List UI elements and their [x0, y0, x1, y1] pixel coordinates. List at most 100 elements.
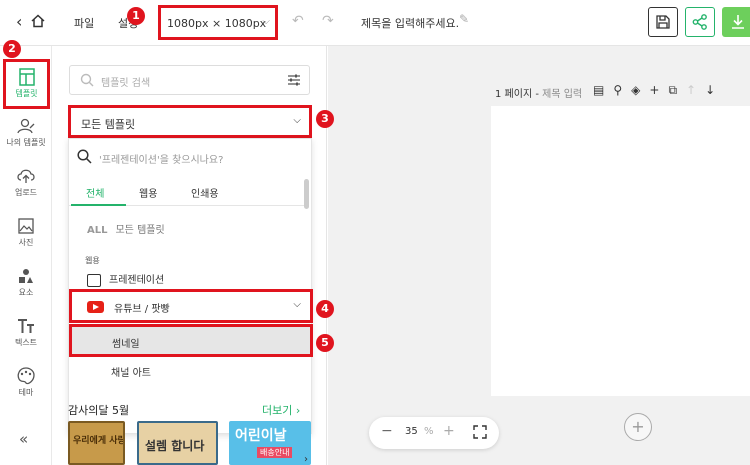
tab-web[interactable]: 웹용: [139, 185, 157, 200]
template-thumbnail[interactable]: 설렘 합니다: [137, 421, 218, 465]
rail-item-label: 나의 템플릿: [6, 138, 46, 147]
search-icon: [77, 149, 92, 164]
move-down-icon[interactable]: ↓: [705, 83, 715, 97]
rail-item-label: 텍스트: [14, 338, 38, 347]
active-tab-indicator: [71, 204, 126, 206]
rail-item-theme[interactable]: 테마: [0, 361, 52, 411]
option-label: 프레젠테이션: [109, 275, 165, 286]
magic-icon[interactable]: ⚲: [613, 83, 622, 97]
file-menu[interactable]: 파일: [74, 15, 94, 31]
canvas-size-label: 1080px × 1080px: [167, 17, 267, 30]
save-button[interactable]: [648, 7, 678, 37]
option-presentation[interactable]: 프레젠테이션: [87, 271, 164, 287]
rail-item-upload[interactable]: 업로드: [0, 161, 52, 211]
rail-item-elements[interactable]: 요소: [0, 261, 52, 311]
redo-icon[interactable]: ↷: [322, 13, 334, 29]
option-thumbnail[interactable]: 썸네일: [69, 324, 313, 357]
elements-icon: [19, 269, 33, 283]
save-icon: [656, 15, 670, 29]
template-panel: 템플릿 검색 모든 템플릿 ⌵ '프레젠테이션'을 찾으시나요? 전체 웹용 인…: [52, 46, 327, 465]
page-toolbar: ▤ ⚲ ◈ + ⧉ ↑ ↓: [593, 83, 724, 98]
move-up-icon[interactable]: ↑: [686, 83, 696, 97]
template-thumbnails: 우리에게 사랑하는 설렘 합니다 어린이날 배송안내: [68, 421, 311, 465]
page-label[interactable]: 1 페이지 - 제목 입력: [495, 85, 582, 100]
option-label: 유튜브 / 팟빵: [114, 304, 170, 315]
category-dropdown-list: '프레젠테이션'을 찾으시나요? 전체 웹용 인쇄용 ALL 모든 템플릿 웹용 …: [68, 138, 313, 434]
template-category-dropdown[interactable]: 모든 템플릿 ⌵: [68, 105, 312, 138]
canvas-size-dropdown[interactable]: 1080px × 1080px ⌵: [158, 5, 278, 40]
add-icon[interactable]: +: [649, 83, 659, 97]
step-marker-4: 4: [316, 300, 334, 318]
option-youtube[interactable]: 유튜브 / 팟빵 ⌵: [69, 289, 313, 323]
theme-icon: [17, 367, 35, 385]
template-thumbnail[interactable]: 우리에게 사랑하는: [68, 421, 125, 465]
youtube-icon: [87, 301, 104, 313]
rail-item-label: 사진: [18, 238, 34, 247]
left-rail: 템플릿 나의 템플릿 업로드 사진 요소 텍스트 테마 «: [0, 46, 52, 465]
text-icon: [18, 319, 34, 333]
rail-item-label: 템플릿: [15, 89, 38, 98]
canvas-area: 1 페이지 - 제목 입력 ▤ ⚲ ◈ + ⧉ ↑ ↓ + − 35 % +: [328, 46, 750, 465]
all-badge: ALL: [87, 225, 108, 236]
tab-print[interactable]: 인쇄용: [191, 185, 219, 200]
page-note-icon[interactable]: ▤: [593, 83, 604, 97]
section-label-web: 웹용: [85, 256, 100, 265]
pencil-icon[interactable]: ✎: [459, 12, 469, 26]
share-button[interactable]: [685, 7, 715, 37]
presentation-icon: [87, 273, 101, 287]
rail-item-label: 요소: [18, 288, 34, 297]
download-button[interactable]: [722, 7, 750, 37]
chevron-right-icon[interactable]: ›: [304, 454, 308, 465]
home-icon[interactable]: [31, 14, 45, 28]
dropdown-selected-label: 모든 템플릿: [81, 118, 136, 131]
option-all-templates[interactable]: ALL 모든 템플릿: [87, 221, 165, 236]
top-bar: ‹ 파일 설정 1080px × 1080px ⌵ ↶ ↷ 제목을 입력해주세요…: [0, 0, 750, 46]
document-title[interactable]: 제목을 입력해주세요.: [361, 15, 459, 31]
option-label: 썸네일: [112, 339, 140, 350]
back-chevron-icon[interactable]: ‹: [16, 12, 22, 31]
list-scrollbar[interactable]: [304, 179, 309, 209]
chevron-down-icon: ⌵: [262, 16, 270, 27]
zoom-control: − 35 % +: [369, 417, 499, 449]
option-channel-art[interactable]: 채널 아트: [111, 364, 151, 379]
category-tabs: 전체 웹용 인쇄용: [69, 179, 305, 206]
template-icon: [18, 68, 35, 86]
rail-item-label: 테마: [18, 388, 34, 397]
zoom-unit: %: [424, 426, 434, 437]
add-page-button[interactable]: +: [624, 413, 652, 441]
undo-icon[interactable]: ↶: [292, 13, 304, 29]
duplicate-icon[interactable]: ⧉: [668, 83, 677, 97]
rail-item-photo[interactable]: 사진: [0, 211, 52, 261]
zoom-value[interactable]: 35: [405, 426, 418, 437]
rail-item-my-template[interactable]: 나의 템플릿: [0, 111, 52, 161]
rail-item-text[interactable]: 텍스트: [0, 311, 52, 361]
zoom-out-button[interactable]: −: [381, 423, 393, 439]
design-page[interactable]: [491, 106, 750, 396]
zoom-in-button[interactable]: +: [443, 423, 455, 439]
download-icon: [732, 15, 744, 29]
collapse-panel-icon[interactable]: «: [19, 430, 28, 448]
category-search-placeholder: '프레젠테이션'을 찾으시나요?: [99, 155, 224, 166]
step-marker-3: 3: [316, 110, 334, 128]
more-link[interactable]: 더보기 ›: [262, 402, 300, 418]
fill-icon[interactable]: ◈: [631, 83, 640, 97]
filter-icon[interactable]: [287, 73, 301, 87]
step-marker-1: 1: [127, 7, 145, 25]
step-marker-2: 2: [3, 40, 21, 58]
rail-item-label: 업로드: [14, 188, 38, 197]
section-title: 감사의달 5월: [68, 404, 130, 417]
my-template-icon: [17, 118, 35, 134]
template-search-input[interactable]: 템플릿 검색: [69, 65, 310, 95]
step-marker-5: 5: [316, 334, 334, 352]
chevron-down-icon: ⌵: [293, 299, 301, 310]
template-thumbnail[interactable]: 어린이날 배송안내: [229, 421, 311, 465]
tab-all[interactable]: 전체: [86, 185, 104, 200]
chevron-down-icon: ⌵: [293, 115, 301, 126]
fullscreen-icon[interactable]: [473, 425, 487, 439]
option-label: 모든 템플릿: [115, 225, 165, 236]
rail-item-template[interactable]: 템플릿: [3, 59, 50, 109]
search-placeholder: 템플릿 검색: [101, 78, 151, 89]
share-icon: [692, 14, 707, 30]
search-icon: [80, 73, 94, 87]
upload-icon: [17, 169, 35, 183]
